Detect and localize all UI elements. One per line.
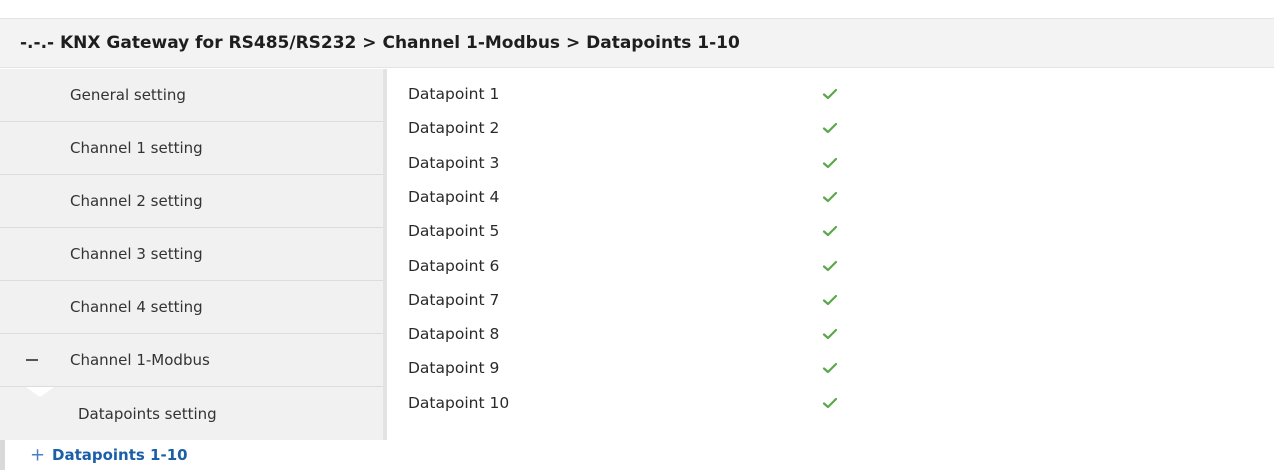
datapoint-checkbox-checkmark-icon[interactable] xyxy=(820,153,840,173)
notch-indicator xyxy=(26,387,54,397)
collapse-minus-icon[interactable] xyxy=(26,359,38,361)
datapoint-checkbox-checkmark-icon[interactable] xyxy=(820,358,840,378)
sidebar-item-label: Channel 1-Modbus xyxy=(70,351,210,369)
datapoint-row: Datapoint 3 xyxy=(408,149,868,177)
datapoint-row: Datapoint 9 xyxy=(408,354,868,382)
breadcrumb-title: -.-.- KNX Gateway for RS485/RS232 > Chan… xyxy=(20,33,740,53)
tree-item-label: Datapoints 1-10 xyxy=(52,446,188,464)
datapoint-label: Datapoint 2 xyxy=(408,119,500,137)
datapoint-checkbox-checkmark-icon[interactable] xyxy=(820,290,840,310)
tree-item-datapoints-1-10[interactable]: + Datapoints 1-10 xyxy=(0,440,387,470)
datapoint-checkbox-checkmark-icon[interactable] xyxy=(820,221,840,241)
datapoint-row: Datapoint 8 xyxy=(408,320,868,348)
breadcrumb-header: -.-.- KNX Gateway for RS485/RS232 > Chan… xyxy=(0,18,1274,68)
datapoint-row: Datapoint 4 xyxy=(408,183,868,211)
datapoint-row: Datapoint 6 xyxy=(408,252,868,280)
datapoint-row: Datapoint 1 xyxy=(408,80,868,108)
datapoint-checkbox-checkmark-icon[interactable] xyxy=(820,324,840,344)
datapoint-row: Datapoint 5 xyxy=(408,217,868,245)
datapoint-checkbox-checkmark-icon[interactable] xyxy=(820,84,840,104)
datapoint-row: Datapoint 2 xyxy=(408,114,868,142)
sidebar-item-channel-3-setting[interactable]: Channel 3 setting xyxy=(0,228,383,281)
sidebar-item-channel-2-setting[interactable]: Channel 2 setting xyxy=(0,175,383,228)
datapoint-checkbox-checkmark-icon[interactable] xyxy=(820,187,840,207)
plus-icon[interactable]: + xyxy=(30,445,45,466)
sidebar: General setting Channel 1 setting Channe… xyxy=(0,69,387,470)
sidebar-item-channel-1-setting[interactable]: Channel 1 setting xyxy=(0,122,383,175)
sidebar-item-label: Channel 4 setting xyxy=(70,298,203,316)
datapoint-row: Datapoint 10 xyxy=(408,389,868,417)
sidebar-item-label: Channel 3 setting xyxy=(70,245,203,263)
sidebar-item-label: Channel 1 setting xyxy=(70,139,203,157)
sidebar-divider xyxy=(383,69,387,440)
sidebar-item-general-setting[interactable]: General setting xyxy=(0,69,383,122)
datapoint-checkbox-checkmark-icon[interactable] xyxy=(820,256,840,276)
datapoint-checkbox-checkmark-icon[interactable] xyxy=(820,393,840,413)
datapoint-label: Datapoint 1 xyxy=(408,85,500,103)
datapoint-label: Datapoint 6 xyxy=(408,257,500,275)
datapoint-label: Datapoint 4 xyxy=(408,188,500,206)
datapoint-label: Datapoint 7 xyxy=(408,291,500,309)
sidebar-item-label: Channel 2 setting xyxy=(70,192,203,210)
datapoint-row: Datapoint 7 xyxy=(408,286,868,314)
datapoint-label: Datapoint 8 xyxy=(408,325,500,343)
datapoint-label: Datapoint 3 xyxy=(408,154,500,172)
sidebar-subitem-label: Datapoints setting xyxy=(78,404,217,423)
sidebar-subitem-datapoints-setting[interactable]: Datapoints setting xyxy=(0,387,383,440)
sidebar-item-label: General setting xyxy=(70,86,186,104)
datapoint-label: Datapoint 10 xyxy=(408,394,510,412)
sidebar-item-channel-4-setting[interactable]: Channel 4 setting xyxy=(0,281,383,334)
sidebar-item-channel-1-modbus[interactable]: Channel 1-Modbus xyxy=(0,334,383,387)
datapoint-label: Datapoint 5 xyxy=(408,222,500,240)
datapoint-label: Datapoint 9 xyxy=(408,359,500,377)
datapoint-checkbox-checkmark-icon[interactable] xyxy=(820,118,840,138)
